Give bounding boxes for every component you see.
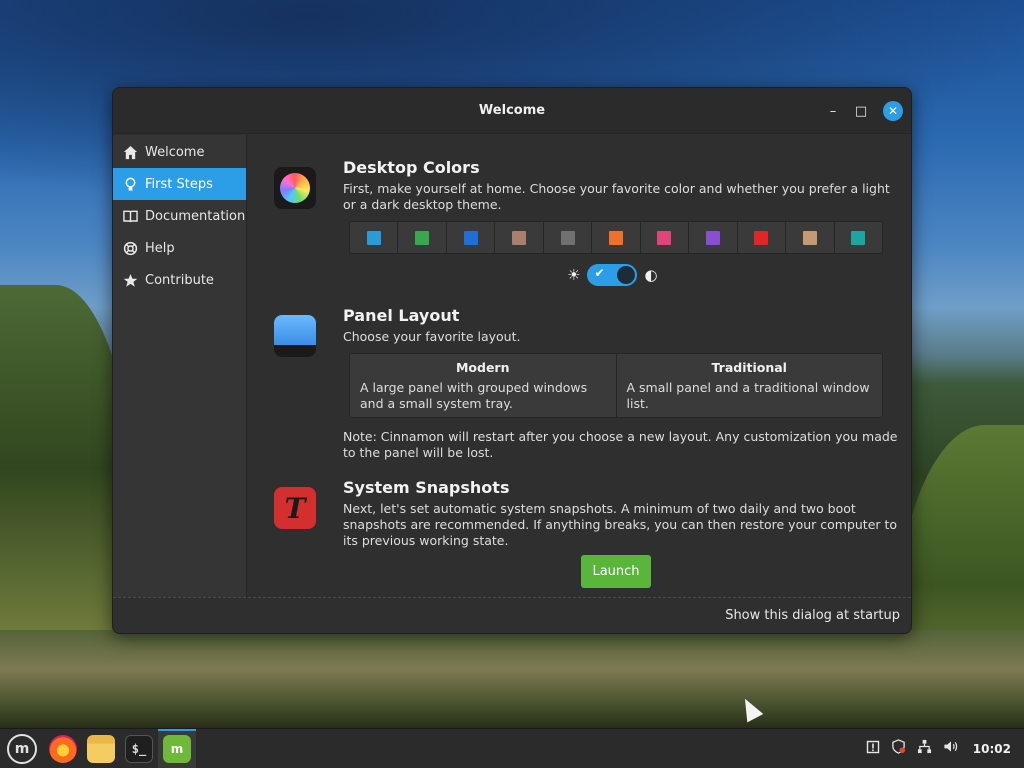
- color-swatch[interactable]: [737, 222, 787, 253]
- color-swatch[interactable]: [786, 222, 835, 253]
- window-title: Welcome: [478, 103, 546, 118]
- sidebar-item-first-steps[interactable]: First Steps: [113, 168, 246, 200]
- menu-button[interactable]: m: [0, 729, 44, 768]
- minimize-button[interactable]: –: [823, 101, 843, 121]
- panel-layout-text: Choose your favorite layout.: [343, 329, 521, 344]
- wallpaper-grass: [0, 630, 1024, 730]
- layout-option-desc: A large panel with grouped windows and a…: [360, 380, 588, 411]
- mouse-cursor: [737, 694, 764, 723]
- color-swatch[interactable]: [834, 222, 882, 253]
- star-icon: [122, 272, 138, 288]
- taskbar-terminal[interactable]: $_: [120, 729, 158, 768]
- network-icon[interactable]: [917, 739, 933, 758]
- sun-icon: ☀: [567, 266, 581, 284]
- dark-theme-toggle[interactable]: ✔: [587, 264, 638, 286]
- notifications-icon[interactable]: [865, 740, 881, 758]
- color-swatch[interactable]: [640, 222, 690, 253]
- home-icon: [122, 144, 138, 160]
- desktop-colors-title: Desktop Colors: [343, 158, 480, 177]
- sidebar-item-label: First Steps: [145, 176, 213, 192]
- sidebar-item-label: Help: [145, 240, 175, 256]
- mint-logo-icon: m: [7, 733, 37, 764]
- timeshift-icon: T: [274, 487, 316, 529]
- swatch-color: [851, 230, 866, 245]
- first-steps-content: Desktop Colors First, make yourself at h…: [247, 135, 911, 597]
- moon-icon: ◐: [644, 266, 658, 284]
- maximize-button[interactable]: □: [851, 101, 871, 121]
- desktop-colors-text: First, make yourself at home. Choose you…: [343, 181, 890, 212]
- swatch-color: [366, 230, 381, 245]
- sidebar-item-label: Contribute: [145, 272, 214, 288]
- color-swatch[interactable]: [446, 222, 496, 253]
- taskbar: m $_ m 10:02: [0, 728, 1024, 768]
- lifebuoy-icon: [122, 240, 138, 256]
- update-shield-icon[interactable]: [891, 739, 907, 758]
- system-snapshots-title: System Snapshots: [343, 478, 510, 497]
- terminal-icon: $_: [125, 734, 153, 763]
- lightbulb-icon: [122, 176, 138, 192]
- close-button[interactable]: ✕: [883, 101, 903, 121]
- swatch-color: [415, 230, 430, 245]
- check-icon: ✔: [594, 266, 605, 280]
- layout-options: Modern A large panel with grouped window…: [349, 353, 883, 418]
- wallpaper-hill-right: [894, 425, 1024, 745]
- color-swatch[interactable]: [350, 222, 399, 253]
- sidebar-item-help[interactable]: Help: [113, 232, 246, 264]
- swatch-color: [560, 230, 575, 245]
- swatch-color: [754, 230, 769, 245]
- swatch-color: [657, 230, 672, 245]
- sidebar-item-label: Documentation: [145, 208, 246, 224]
- taskbar-files[interactable]: [82, 729, 120, 768]
- swatch-color: [463, 230, 478, 245]
- swatch-color: [705, 230, 720, 245]
- firefox-icon: [49, 734, 77, 763]
- book-icon: [122, 208, 138, 224]
- color-swatch[interactable]: [543, 222, 593, 253]
- swatch-color: [608, 230, 623, 245]
- show-at-startup-label[interactable]: Show this dialog at startup: [725, 608, 900, 623]
- system-tray: 10:02: [865, 739, 1024, 758]
- layout-note: Note: Cinnamon will restart after you ch…: [343, 429, 898, 460]
- layout-option-name: Traditional: [711, 360, 787, 375]
- color-swatch[interactable]: [398, 222, 447, 253]
- desktop-colors-icon: [274, 167, 316, 209]
- volume-icon[interactable]: [943, 739, 959, 758]
- panel-layout-title: Panel Layout: [343, 306, 460, 325]
- folder-icon: [87, 734, 115, 763]
- color-swatch[interactable]: [495, 222, 544, 253]
- layout-option-name: Modern: [455, 360, 510, 375]
- panel-layout-icon: [274, 315, 316, 357]
- color-swatch[interactable]: [592, 222, 641, 253]
- sidebar-item-label: Welcome: [145, 144, 205, 160]
- launch-button[interactable]: Launch: [581, 555, 651, 588]
- sidebar-item-welcome[interactable]: Welcome: [113, 136, 246, 168]
- layout-option-modern[interactable]: Modern A large panel with grouped window…: [350, 354, 616, 417]
- sidebar: Welcome First Steps Documentation Help C…: [113, 135, 247, 597]
- color-swatches: [349, 221, 883, 254]
- system-snapshots-text: Next, let's set automatic system snapsho…: [343, 501, 898, 548]
- window-footer: Show this dialog at startup: [113, 597, 911, 633]
- clock[interactable]: 10:02: [973, 742, 1011, 756]
- sidebar-item-contribute[interactable]: Contribute: [113, 264, 246, 296]
- theme-toggle-row: ☀ ✔ ◐: [567, 264, 658, 286]
- window-titlebar[interactable]: Welcome – □ ✕: [113, 88, 911, 134]
- layout-option-traditional[interactable]: Traditional A small panel and a traditio…: [615, 354, 882, 417]
- swatch-color: [512, 230, 527, 245]
- mint-welcome-icon: m: [163, 734, 191, 763]
- color-swatch[interactable]: [689, 222, 738, 253]
- taskbar-welcome[interactable]: m: [158, 728, 196, 768]
- toggle-knob: [617, 266, 636, 284]
- welcome-window: Welcome – □ ✕ Welcome First Steps Docume…: [112, 87, 912, 634]
- taskbar-firefox[interactable]: [44, 729, 82, 768]
- swatch-color: [802, 230, 817, 245]
- sidebar-item-documentation[interactable]: Documentation: [113, 200, 246, 232]
- layout-option-desc: A small panel and a traditional window l…: [626, 380, 870, 411]
